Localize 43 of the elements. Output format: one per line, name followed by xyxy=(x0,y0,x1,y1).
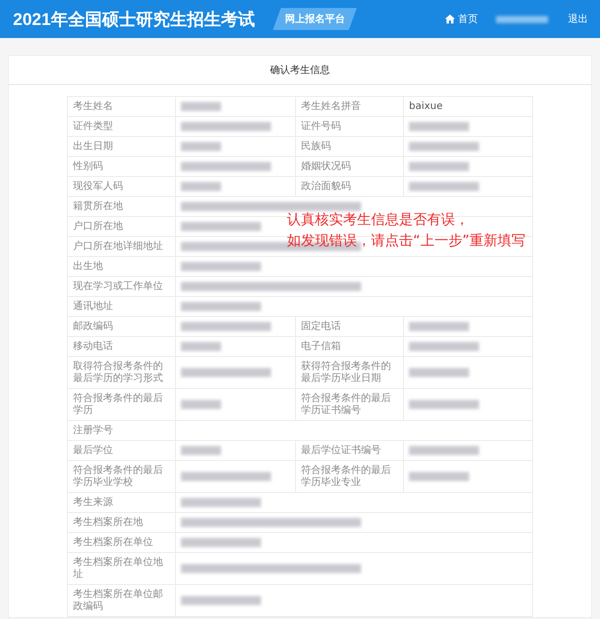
field-label: 获得符合报考条件的最后学历毕业日期 xyxy=(296,356,404,388)
field-label: 政治面貌码 xyxy=(296,176,404,196)
logout-link[interactable]: 退出 xyxy=(568,12,588,26)
field-label: 符合报考条件的最后学历证书编号 xyxy=(296,388,404,420)
site-title: 2021年全国硕士研究生招生考试 xyxy=(13,8,255,30)
field-label: 符合报考条件的最后学历毕业专业 xyxy=(296,460,404,492)
field-label: 证件号码 xyxy=(296,116,404,136)
field-label: 户口所在地详细地址 xyxy=(68,236,176,256)
field-label: 籍贯所在地 xyxy=(68,196,176,216)
field-label: 最后学位证书编号 xyxy=(296,440,404,460)
field-label: 电子信箱 xyxy=(296,336,404,356)
field-label: 注册学号 xyxy=(68,420,176,440)
field-label: 考生来源 xyxy=(68,492,176,512)
field-label: 婚姻状况码 xyxy=(296,156,404,176)
field-label: 现役军人码 xyxy=(68,176,176,196)
field-label: 移动电话 xyxy=(68,336,176,356)
field-label: 出生日期 xyxy=(68,136,176,156)
field-label: 取得符合报考条件的最后学历的学习形式 xyxy=(68,356,176,388)
field-label: 民族码 xyxy=(296,136,404,156)
platform-badge: 网上报名平台 xyxy=(272,8,357,30)
field-label: 考生姓名 xyxy=(68,96,176,116)
field-label: 现在学习或工作单位 xyxy=(68,276,176,296)
field-label: 性别码 xyxy=(68,156,176,176)
annotation-text: 如发现错误，请点击“上一步”重新填写 xyxy=(287,232,526,251)
home-link[interactable]: 首页 xyxy=(445,12,478,26)
field-label: 考生档案所在单位 xyxy=(68,532,176,552)
field-label: 考生姓名拼音 xyxy=(296,96,404,116)
field-label: 邮政编码 xyxy=(68,316,176,336)
field-label: 符合报考条件的最后学历毕业学校 xyxy=(68,460,176,492)
field-label: 考生档案所在地 xyxy=(68,512,176,532)
field-label: 考生档案所在单位邮政编码 xyxy=(68,584,176,616)
field-label: 证件类型 xyxy=(68,116,176,136)
panel-title: 确认考生信息 xyxy=(9,56,591,85)
field-label: 通讯地址 xyxy=(68,296,176,316)
field-label: 固定电话 xyxy=(296,316,404,336)
field-value: baixue xyxy=(409,101,443,112)
home-icon xyxy=(445,14,455,24)
field-label: 出生地 xyxy=(68,256,176,276)
annotation-text: 认真核实考生信息是否有误， xyxy=(287,211,470,230)
field-label: 最后学位 xyxy=(68,440,176,460)
field-label: 户口所在地 xyxy=(68,216,176,236)
field-label: 符合报考条件的最后学历 xyxy=(68,388,176,420)
field-label: 考生档案所在单位地址 xyxy=(68,552,176,584)
